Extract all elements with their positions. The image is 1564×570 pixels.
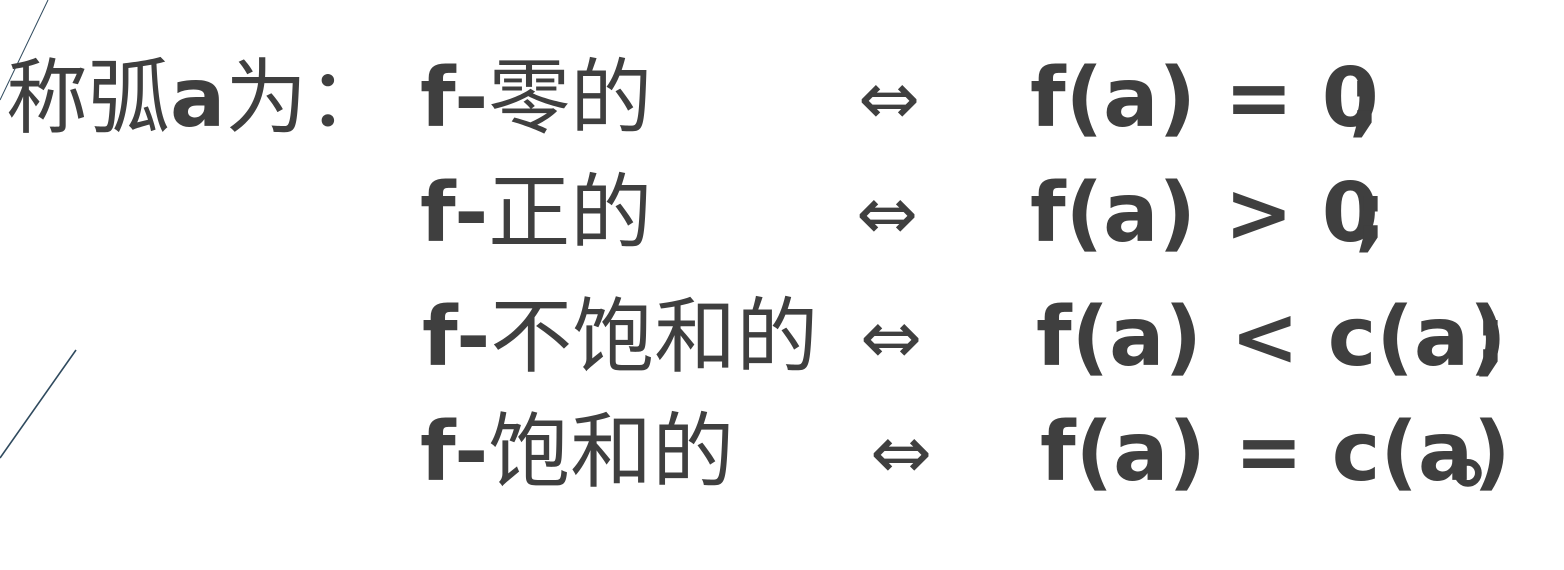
lead-text: 称弧a为： xyxy=(6,58,389,140)
row-3-formula: f(a) < c(a) xyxy=(1036,290,1507,385)
row-3-term: f-不饱和的 xyxy=(422,297,818,379)
row-3-term-label: 不饱和的 xyxy=(490,290,819,385)
row-3-term-prefix: f- xyxy=(422,290,491,385)
row-4-term-label: 饱和的 xyxy=(488,405,735,500)
row-2-term: f-正的 xyxy=(420,173,652,255)
row-2-term-prefix: f- xyxy=(420,166,489,261)
row-1-term: f-零的 xyxy=(420,58,652,140)
row-3-punct: ; xyxy=(1474,290,1507,385)
row-4-formula: f(a) = c(a) xyxy=(1040,405,1511,500)
lead-text-before: 称弧 xyxy=(6,51,171,146)
row-4-term: f-饱和的 xyxy=(420,412,734,494)
row-2-formula: f(a) > 0 xyxy=(1030,166,1379,261)
row-2-term-label: 正的 xyxy=(488,166,653,261)
lead-variable: a xyxy=(170,51,226,146)
row-1-formula: f(a) = 0 xyxy=(1030,51,1379,146)
row-1-iff-symbol: ⇔ xyxy=(858,56,921,142)
row-1-punct: ; xyxy=(1348,51,1381,146)
row-2-punct: ; xyxy=(1354,166,1387,261)
row-1-term-prefix: f- xyxy=(420,51,489,146)
decorative-line-bottom xyxy=(0,349,77,459)
lead-text-after: 为： xyxy=(225,51,390,146)
row-4-iff-symbol: ⇔ xyxy=(870,410,933,496)
row-2-iff-symbol: ⇔ xyxy=(856,171,919,257)
row-4-term-prefix: f- xyxy=(420,405,489,500)
row-3-iff-symbol: ⇔ xyxy=(860,295,923,381)
row-4-punct: 。 xyxy=(1452,405,1535,500)
row-1-term-label: 零的 xyxy=(488,51,653,146)
